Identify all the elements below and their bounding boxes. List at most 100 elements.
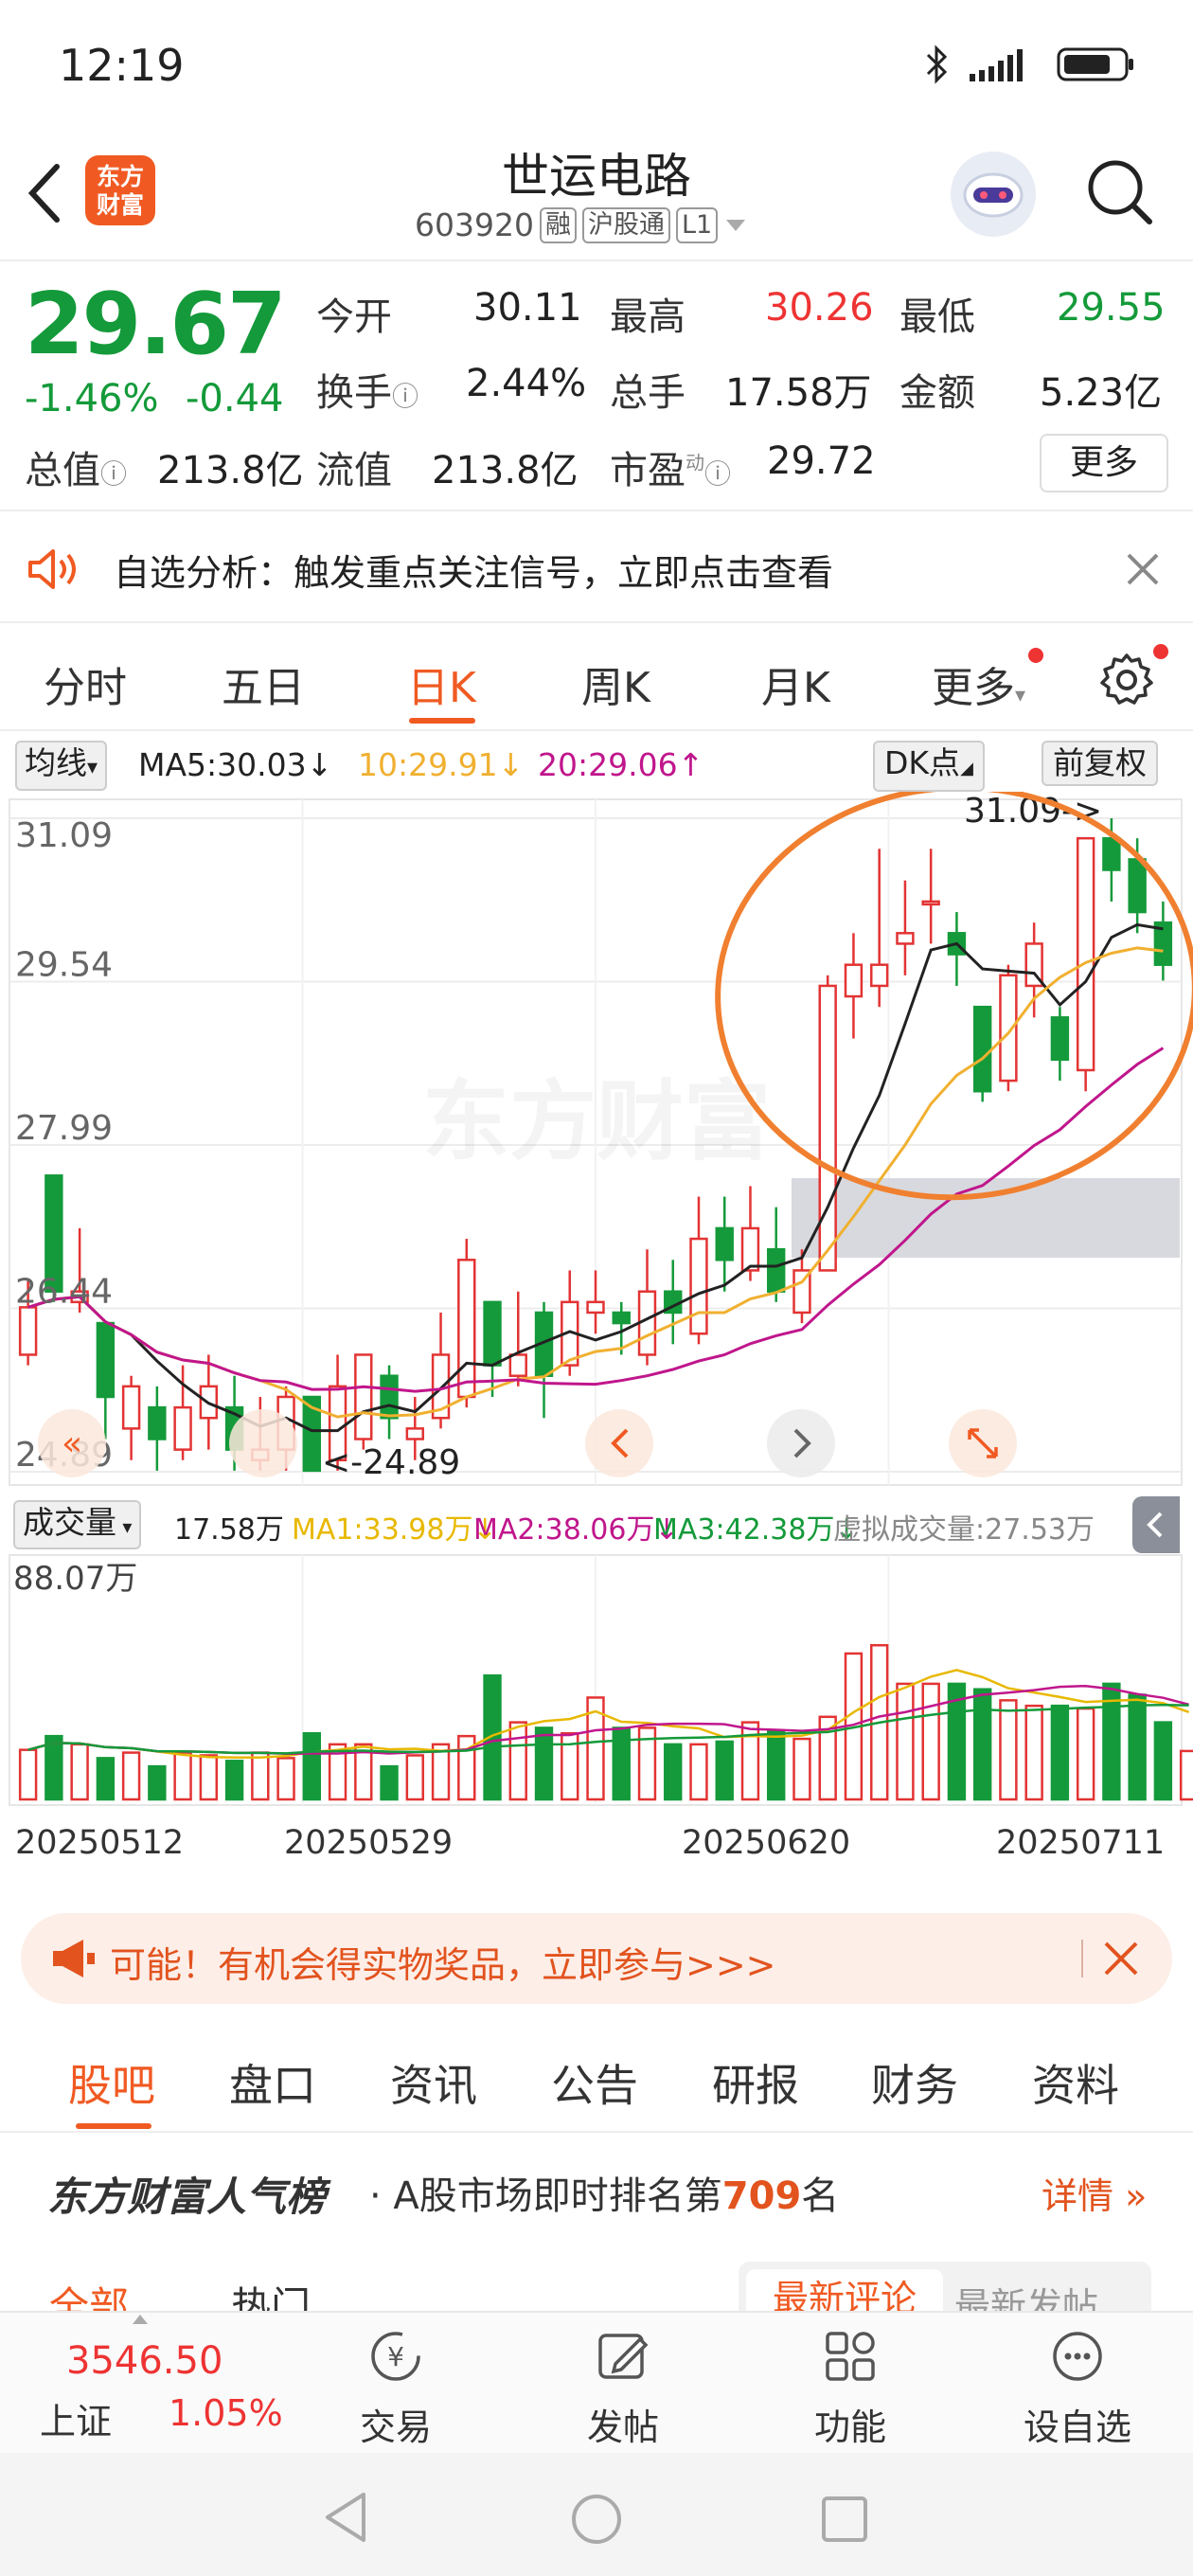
volume-bar xyxy=(148,1764,167,1801)
tag-level: L1 xyxy=(675,206,719,243)
tab-monthly-k[interactable]: 月K xyxy=(761,653,830,714)
tab-five-day[interactable]: 五日 xyxy=(222,653,305,714)
nav-recents-icon[interactable] xyxy=(820,2495,869,2544)
double-chevron-left-icon: « xyxy=(62,1424,82,1463)
volume-bar xyxy=(1179,1749,1193,1801)
change-amount: -0.44 xyxy=(186,377,284,420)
volume-bar xyxy=(121,1751,141,1801)
sort-latest-comment[interactable]: 最新评论 xyxy=(746,2269,943,2311)
tab-profile[interactable]: 资料 xyxy=(1032,2051,1119,2114)
robot-assistant-icon[interactable] xyxy=(951,152,1036,237)
notice-bar[interactable]: 自选分析：触发重点关注信号，立即点击查看 xyxy=(0,513,1193,623)
add-watchlist-label: 设自选 xyxy=(1023,2406,1131,2448)
kline-chart[interactable]: 东方财富 31.0929.5427.9926.4424.89 31.09-> <… xyxy=(0,792,1193,1493)
chevron-left-icon xyxy=(1147,1512,1163,1538)
settings-gear-icon[interactable] xyxy=(1098,652,1155,708)
sort-toggle: 最新评论 最新发帖 xyxy=(739,2262,1151,2311)
rank-detail-link[interactable]: 详情 » xyxy=(1042,2167,1147,2219)
label-pe-text: 市盈 xyxy=(610,449,686,492)
volume-bar xyxy=(689,1743,708,1801)
svg-text:¥: ¥ xyxy=(387,2341,404,2372)
post-button[interactable]: 发帖 xyxy=(547,2326,699,2450)
battery-icon xyxy=(1057,47,1133,81)
zoom-out-button[interactable] xyxy=(229,1409,297,1477)
tab-forum[interactable]: 股吧 xyxy=(68,2051,155,2114)
adjust-button[interactable]: 前复权 xyxy=(1042,741,1158,786)
tab-announcements[interactable]: 公告 xyxy=(551,2051,638,2114)
scroll-right-button[interactable] xyxy=(767,1409,835,1477)
info-icon[interactable]: ⓘ xyxy=(392,381,418,412)
candle xyxy=(96,1321,116,1440)
sh-index-value[interactable]: 3546.50 xyxy=(66,2339,223,2383)
functions-label: 功能 xyxy=(813,2406,886,2448)
subtab-all[interactable]: 全部 xyxy=(49,2275,129,2311)
edit-icon xyxy=(598,2334,649,2379)
grid-icon xyxy=(826,2332,875,2381)
sort-latest-post[interactable]: 最新发帖 xyxy=(954,2277,1098,2311)
trade-label: 交易 xyxy=(359,2406,432,2448)
functions-button[interactable]: 功能 xyxy=(775,2326,926,2450)
volume-selector[interactable]: 成交量 ▾ xyxy=(13,1500,142,1549)
divider xyxy=(1081,1940,1083,1977)
close-icon[interactable] xyxy=(1102,1940,1140,1977)
popularity-rank[interactable]: 东方财富人气榜 · A股市场即时排名第709名 详情 » xyxy=(0,2150,1193,2235)
rank-number: 709 xyxy=(721,2174,802,2218)
scroll-left-button[interactable] xyxy=(585,1409,653,1477)
close-icon[interactable] xyxy=(1125,551,1161,587)
date-label: 20250529 xyxy=(284,1824,454,1862)
date-axis: 20250512 20250529 20250620 20250711 xyxy=(0,1816,1193,1873)
stock-code-row[interactable]: 603920 融 沪股通 L1 xyxy=(415,206,748,243)
tab-finance[interactable]: 财务 xyxy=(871,2051,958,2114)
volume-bar xyxy=(380,1764,399,1801)
volume-bar xyxy=(96,1757,116,1801)
label-turnover-text: 换手 xyxy=(316,371,392,415)
period-tabs: 分时 五日 日K 周K 月K 更多▾ xyxy=(0,625,1193,731)
candle xyxy=(715,1196,734,1292)
sh-index-name: 上证 xyxy=(40,2401,113,2442)
tab-more[interactable]: 更多▾ xyxy=(932,653,1025,714)
more-button[interactable]: 更多 xyxy=(1040,434,1168,492)
stock-code: 603920 xyxy=(415,206,534,243)
volume-chart[interactable]: 88.07万 xyxy=(0,1551,1193,1816)
current-price: 29.67 xyxy=(25,275,287,374)
tab-order-book[interactable]: 盘口 xyxy=(229,2051,316,2114)
info-icon[interactable]: ⓘ xyxy=(100,458,127,490)
dk-point-button[interactable]: DK点◢ xyxy=(873,741,985,792)
volume-ma2: MA2:38.06万↓ xyxy=(473,1513,679,1547)
value-float-cap: 213.8亿 xyxy=(432,449,579,492)
volume-bar xyxy=(1153,1721,1173,1801)
nav-home-icon[interactable] xyxy=(570,2493,623,2546)
trade-icon: ¥ xyxy=(371,2332,420,2381)
promo-banner[interactable]: 可能！有机会得实物奖品，立即参与>>> xyxy=(21,1913,1172,2004)
value-high: 30.26 xyxy=(765,286,874,330)
volume-bar xyxy=(199,1754,219,1801)
add-watchlist-button[interactable]: 设自选 xyxy=(1002,2326,1153,2450)
label-high: 最高 xyxy=(610,295,686,339)
candle xyxy=(767,1207,786,1302)
volume-bar xyxy=(534,1726,554,1801)
tab-daily-k[interactable]: 日K xyxy=(407,653,476,714)
search-icon[interactable] xyxy=(1081,153,1157,229)
nav-back-icon[interactable] xyxy=(322,2491,369,2544)
info-icon[interactable]: ⓘ xyxy=(704,458,731,490)
label-pe: 市盈动ⓘ xyxy=(610,439,731,494)
value-turnover: 2.44% xyxy=(466,362,587,405)
dropdown-triangle-icon: ▾ xyxy=(116,1515,133,1538)
candle xyxy=(148,1386,167,1471)
change-percent: -1.46% xyxy=(25,377,159,420)
volume-bar xyxy=(276,1757,295,1801)
collapse-panel-button[interactable] xyxy=(1132,1496,1180,1553)
dropdown-triangle-icon xyxy=(726,219,746,231)
volume-bar xyxy=(251,1751,270,1801)
label-low: 最低 xyxy=(899,295,975,339)
ma-selector[interactable]: 均线▾ xyxy=(15,741,108,791)
subtab-hot[interactable]: 热门 xyxy=(231,2275,311,2311)
trade-button[interactable]: ¥ 交易 xyxy=(320,2326,472,2450)
watermark: 东方财富 xyxy=(422,1071,771,1172)
tab-research[interactable]: 研报 xyxy=(712,2051,799,2114)
tab-intraday[interactable]: 分时 xyxy=(44,653,127,714)
tab-weekly-k[interactable]: 周K xyxy=(581,653,650,714)
tab-news[interactable]: 资讯 xyxy=(390,2051,477,2114)
date-label: 20250620 xyxy=(682,1824,851,1862)
volume-bar xyxy=(792,1737,811,1801)
